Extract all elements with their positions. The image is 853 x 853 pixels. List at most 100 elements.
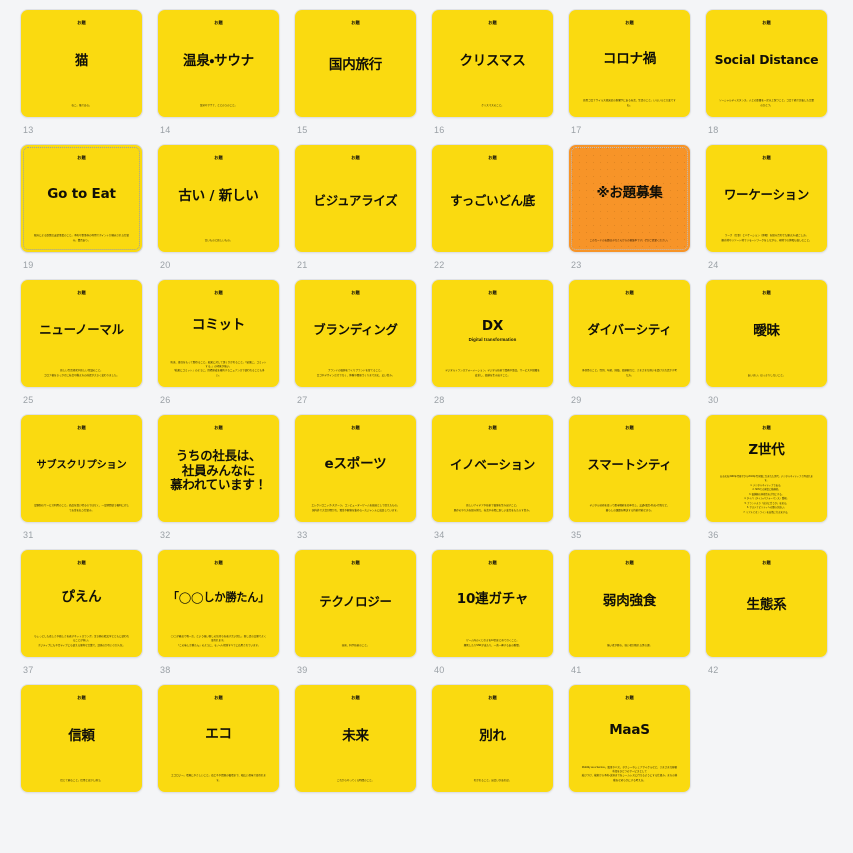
card-description: 温泉やサウナ、ととのうのこと。 [199,103,238,107]
card-headline: 国内旅行 [328,57,383,74]
topic-card[interactable]: お題 国内旅行 [295,10,416,117]
topic-card[interactable]: お題 DX Digital transformation デジタルトランスフォーメーシ… [432,280,553,387]
topic-card[interactable]: お題 ぴえん ちょっとした悲しさや嬉しさを表すネットスラング。泣き顔の絵文字とともに… [21,550,142,657]
card-cell: お題 国内旅行 15 [295,10,416,145]
card-cell: お題 信頼 信じて頼ること。信用とは少し違う。 [21,685,142,820]
card-cell: お題 eスポーツ エレクトロニック・スポーツ。コンピューターゲームを競技として捉えた… [295,415,416,550]
topic-card[interactable]: お題 うちの社長は、 社員みんなに 慕われています！ [158,415,279,522]
topic-card[interactable]: お題 Go to Eat 政府による飲食店支援事業のこと。予約や食事券の利用でポイン… [21,145,142,252]
card-index-number: 36 [708,530,719,540]
card-index-number: 40 [434,665,445,675]
topic-card[interactable]: お題 コロナ禍 新型コロナウイルス感染症の影響下にある社会、生活のこと。いろいろと大… [569,10,690,117]
card-cell: お題 コロナ禍 新型コロナウイルス感染症の影響下にある社会、生活のこと。いろいろと大… [569,10,690,145]
card-description: 新しいアイデアや技術で価値を生み出すこと。 既存のやり方を組み替え、社会や市場に… [453,504,532,512]
card-headline: ワーケーション [723,186,810,202]
topic-card[interactable]: お題 未来 これからやってくる時間のこと。 [295,685,416,792]
card-description: 定額制のサービス利用のこと。商品を買い切るのではなく、一定期間使う権利に対してお… [33,504,129,512]
topic-card[interactable]: お題 Z世代 おおむね1990年代後半から2010年代序盤に生まれた世代。デジタルネ… [706,415,827,522]
topic-card-request[interactable]: ※お題募集 このカードのお題はみなさんからの募集中です。ぜひご提案ください。 [569,145,690,252]
card-headline: クリスマス [459,53,526,70]
card-subheadline: Digital transformation [468,336,517,342]
card-description: おおむね1990年代後半から2010年代序盤に生まれた世代。デジタルネイティブと… [720,475,813,514]
card-headline-group: イノベーション [438,426,547,504]
card-description: このカードのお題はみなさんからの募集中です。ぜひご提案ください。 [589,238,670,242]
topic-card[interactable]: お題 ニューノーマル 新しい生活様式や新しい常識のこと。 コロナ禍をきっかけに社会や… [21,280,142,387]
card-cell: お題 Social Distance ソーシャルディスタンス。人との距離を一定以上保… [706,10,827,145]
topic-card[interactable]: お題猫ねこ。猫である。 [21,10,142,117]
card-cell: お題 Go to Eat 政府による飲食店支援事業のこと。予約や食事券の利用でポイン… [21,145,142,280]
card-headline: エコ [205,726,232,743]
card-headline-group: ダイバーシティ [575,291,684,369]
topic-card[interactable]: お題 ビジュアライズ [295,145,416,252]
topic-card[interactable]: お題 弱肉強食 強い者が勝ち、弱い者が敗れる世の理。 [569,550,690,657]
card-headline-group: すっごいどん底 [438,156,547,246]
card-index-number: 15 [297,125,308,135]
topic-card[interactable]: お題 コミット 約束、責任をもって関わること。結果に対して深くかかわること。「結果に… [158,280,279,387]
topic-card[interactable]: お題 サブスクリプション 定額制のサービス利用のこと。商品を買い切るのではなく、一定… [21,415,142,522]
card-description: ワーク（仕事）とバケーション（休暇）を組み合わせた働き方・過ごし方。 観光地やリ… [721,234,812,242]
card-headline: 生態系 [746,597,787,614]
card-headline-group: コロナ禍 [575,21,684,99]
topic-card[interactable]: お題 エコ エコロジー。環境にやさしいこと。省エネや資源の循環まで、幅広い意味で使わ… [158,685,279,792]
topic-card[interactable]: お題 古い / 新しい 古いものと新しいもの。 [158,145,279,252]
card-cell: お題 弱肉強食 強い者が勝ち、弱い者が敗れる世の理。 41 [569,550,690,685]
card-headline: 古い / 新しい [178,188,259,205]
topic-card[interactable]: お題 信頼 信じて頼ること。信用とは少し違う。 [21,685,142,792]
card-cell: お題 うちの社長は、 社員みんなに 慕われています！ 32 [158,415,279,550]
card-index-number: 41 [571,665,582,675]
card-cell: お題 サブスクリプション 定額制のサービス利用のこと。商品を買い切るのではなく、一定… [21,415,142,550]
topic-card[interactable]: お題 生態系 [706,550,827,657]
card-index-number: 32 [160,530,171,540]
topic-card[interactable]: お題 テクノロジー 技術、科学技術のこと。 [295,550,416,657]
card-headline: ブランディング [313,321,398,337]
topic-card[interactable]: お題 すっごいどん底 [432,145,553,252]
card-cell: お題 コミット 約束、責任をもって関わること。結果に対して深くかかわること。「結果に… [158,280,279,415]
card-description: 多様性のこと。性別、年齢、国籍、価値観など、さまざまな違いを受け入れ活かす考え方… [582,369,677,377]
topic-card[interactable]: お題 スマートシティ デジタル技術を使って都市機能を効率化し、交通・電力・防災・行政… [569,415,690,522]
card-cell: お題 曖昧 あいまい。はっきりしないこと。 30 [706,280,827,415]
card-index-number: 34 [434,530,445,540]
topic-card[interactable]: お題 Social Distance ソーシャルディスタンス。人との距離を一定以上保… [706,10,827,117]
topic-card[interactable]: お題 MaaS Mobility as a Service。電車やバス、タクシーやシ… [569,685,690,792]
card-index-number: 30 [708,395,719,405]
card-headline-group: 別れ [438,696,547,778]
topic-card[interactable]: お題 曖昧 あいまい。はっきりしないこと。 [706,280,827,387]
topic-card[interactable]: お題 温泉・サウナ 温泉やサウナ、ととのうのこと。 [158,10,279,117]
card-cell: お題猫ねこ。猫である。 13 [21,10,142,145]
card-index-number: 29 [571,395,582,405]
topic-card[interactable]: お題 ワーケーション ワーク（仕事）とバケーション（休暇）を組み合わせた働き方・過ご… [706,145,827,252]
card-headline: 曖昧 [753,323,780,340]
card-index-number: 38 [160,665,171,675]
topic-card[interactable]: お題 10連ガチャ ゲーム内のくじ引きを10回まとめて引くこと。 爆死したりSSRが… [432,550,553,657]
card-headline-group: 曖昧 [712,291,821,373]
topic-card[interactable]: お題 別れ わかれること。出会いがあれば。 [432,685,553,792]
card-headline-group: テクノロジー [301,561,410,643]
card-headline-group: Go to Eat [27,156,136,234]
topic-card[interactable]: お題 「◯◯しか勝たん」 ◯◯が最高で唯一だ、という強い推しの気持ちを表す言い回し。… [158,550,279,657]
card-index-number [158,792,279,820]
topic-card[interactable]: お題 eスポーツ エレクトロニック・スポーツ。コンピューターゲームを競技として捉えた… [295,415,416,522]
card-cell: お題 温泉・サウナ 温泉やサウナ、ととのうのこと。 14 [158,10,279,145]
card-headline: 未来 [342,728,369,745]
card-headline: MaaS [609,721,650,738]
card-cell: お題 古い / 新しい 古いものと新しいもの。 20 [158,145,279,280]
card-headline-group: Z世代 [712,426,821,475]
card-index-number [21,792,142,820]
card-headline: スマートシティ [587,456,672,472]
card-headline: 猫 [74,53,89,70]
card-cell: ※お題募集 このカードのお題はみなさんからの募集中です。ぜひご提案ください。 23 [569,145,690,280]
card-index-number: 18 [708,125,719,135]
topic-card[interactable]: お題 ダイバーシティ 多様性のこと。性別、年齢、国籍、価値観など、さまざまな違いを受… [569,280,690,387]
card-headline: 別れ [479,728,506,745]
card-index-number: 13 [23,125,34,135]
card-headline-group: スマートシティ [575,426,684,504]
card-index-number: 14 [160,125,171,135]
card-headline: イノベーション [449,456,536,472]
topic-card[interactable]: お題 クリスマス クリスマスのこと。 [432,10,553,117]
card-description: 政府による飲食店支援事業のこと。予約や食事券の利用でポイントが還元される仕組み。… [34,234,129,242]
card-headline: 10連ガチャ [456,591,529,608]
topic-card[interactable]: お題 ブランディング ブランドの価値をつくりブランドを育てること。 ロゴやデザインだ… [295,280,416,387]
topic-card[interactable]: お題 イノベーション 新しいアイデアや技術で価値を生み出すこと。 既存のやり方を組み… [432,415,553,522]
card-headline-group: ぴえん [27,561,136,635]
card-headline-group: eスポーツ [301,426,410,504]
